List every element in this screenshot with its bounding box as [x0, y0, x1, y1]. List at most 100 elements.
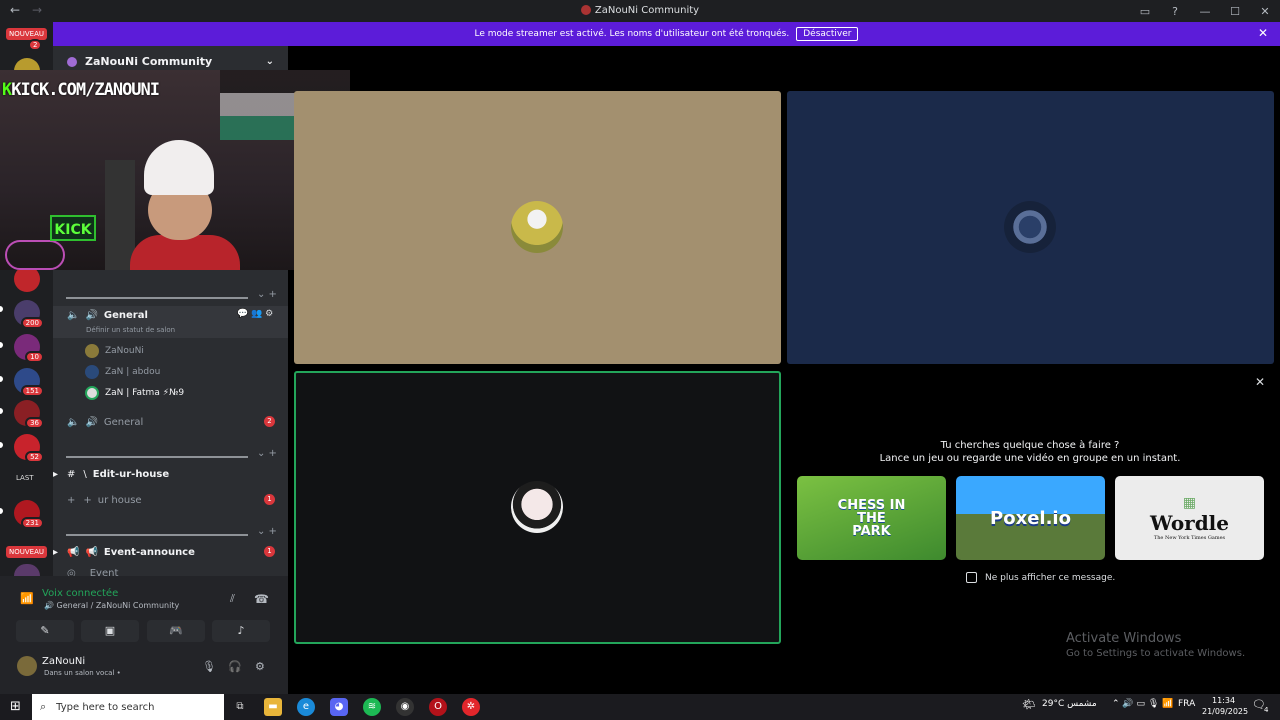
opera-icon[interactable]: O: [429, 698, 447, 716]
voice-user-speaking[interactable]: ZaN | Fatma ⚡№9: [85, 384, 184, 402]
server-icon[interactable]: 52: [14, 434, 44, 463]
disconnect-icon[interactable]: ☎: [254, 592, 269, 606]
add-channel-icon[interactable]: ⌄ +: [257, 526, 277, 537]
voice-tile-speaking[interactable]: [294, 371, 781, 644]
edge-icon[interactable]: e: [297, 698, 315, 716]
server-icon[interactable]: 200: [14, 300, 44, 329]
server-icon[interactable]: 151: [14, 368, 44, 397]
voice-status[interactable]: Voix connectée: [42, 588, 118, 599]
tray-icons[interactable]: ⌃ 🔊 ▭ 🎙 📶: [1112, 699, 1173, 709]
soundboard-button[interactable]: ♪: [212, 620, 270, 642]
unread-pill: [0, 306, 3, 312]
activity-button[interactable]: 🎮: [147, 620, 205, 642]
channel-actions-icons[interactable]: 💬 👥 ⚙: [237, 309, 273, 319]
voice-user[interactable]: ZaN | abdou: [85, 363, 160, 381]
maximize-button[interactable]: ☐: [1220, 5, 1250, 18]
close-window-button[interactable]: ✕: [1250, 5, 1280, 18]
server-icon[interactable]: 231: [14, 500, 44, 529]
chevron-down-icon[interactable]: ⌄: [266, 56, 274, 67]
new-servers-badge-bottom[interactable]: NOUVEAU: [6, 546, 47, 558]
kick-logo: K: [2, 80, 12, 100]
activate-windows-watermark: Activate Windows: [1066, 631, 1182, 646]
voice-location-text: General / ZaNouNi Community: [56, 601, 180, 610]
clock-date[interactable]: 21/09/2025: [1202, 707, 1248, 716]
add-channel-icon[interactable]: ⌄ +: [257, 289, 277, 300]
mention-badge: 231: [20, 517, 44, 529]
voice-location[interactable]: 🔊 General / ZaNouNi Community: [44, 601, 179, 610]
activate-windows-sub: Go to Settings to activate Windows.: [1066, 648, 1246, 659]
new-servers-badge[interactable]: NOUVEAU: [6, 28, 47, 40]
voice-icon: 🔊: [85, 310, 98, 321]
settings-gear-icon[interactable]: ⚙: [255, 660, 265, 673]
add-channel-icon[interactable]: ⌄ +: [257, 448, 277, 459]
weather-text[interactable]: 29°C مشمس: [1042, 699, 1097, 709]
server-icon[interactable]: [14, 564, 40, 576]
obs-icon[interactable]: ◉: [396, 698, 414, 716]
voice-user-name: ZaN | Fatma ⚡№9: [105, 388, 185, 398]
voice-channel-general[interactable]: 🔈 🔊 General 2: [53, 412, 288, 432]
server-icon[interactable]: 36: [14, 400, 44, 429]
hat: [144, 140, 214, 195]
spotify-icon[interactable]: ≋: [363, 698, 381, 716]
game-poxel-io[interactable]: Poxel.io: [956, 476, 1105, 560]
signal-icon[interactable]: 📶: [20, 592, 34, 605]
announcement-channel-event[interactable]: ▸ 📢 📢 Event-announce 1: [53, 542, 288, 562]
task-view-icon[interactable]: ⧉: [231, 698, 249, 716]
noise-suppression-icon[interactable]: ⫽: [230, 592, 235, 606]
forum-channel-ur-house[interactable]: + + ur house 1: [53, 490, 288, 510]
search-placeholder: Type here to search: [56, 701, 155, 713]
minimize-button[interactable]: —: [1190, 5, 1220, 18]
user-name[interactable]: ZaNouNi: [42, 656, 85, 667]
wordle-grid-icon: ▦: [1182, 495, 1197, 511]
avatar[interactable]: [17, 656, 37, 676]
mention-badge: 36: [25, 417, 44, 429]
avatar: [85, 365, 99, 379]
last-server-label[interactable]: LAST: [16, 474, 34, 482]
guild-icon: [67, 56, 77, 67]
disable-streamer-button[interactable]: Désactiver: [796, 27, 859, 41]
mention-badge: 151: [20, 385, 44, 397]
shirt: [130, 235, 240, 270]
screen-share-button[interactable]: ▣: [81, 620, 139, 642]
clock-time[interactable]: 11:34: [1212, 696, 1235, 705]
windows-start-icon[interactable]: ⊞: [10, 699, 21, 714]
camera-off-button[interactable]: ✎: [16, 620, 74, 642]
microphone-icon[interactable]: 🎙: [202, 660, 216, 673]
close-icon[interactable]: ✕: [1255, 375, 1265, 389]
voice-channel-general-active[interactable]: 🔈 🔊 General 💬 👥 ⚙ Définir un statut de s…: [53, 306, 288, 338]
server-icon[interactable]: 10: [14, 334, 44, 363]
game-wordle[interactable]: ▦ Wordle The New York Times Games: [1115, 476, 1264, 560]
discord-icon[interactable]: ◕: [330, 698, 348, 716]
plus-icon: +: [67, 494, 76, 506]
unread-pill: [0, 508, 3, 514]
voice-tile-user[interactable]: [294, 91, 781, 364]
unread-pill: [0, 342, 3, 348]
app-icon[interactable]: ✲: [462, 698, 480, 716]
notification-count: 4: [1264, 706, 1269, 714]
inbox-icon[interactable]: ▭: [1130, 5, 1160, 18]
channel-event-partial[interactable]: ◎ Event: [53, 568, 288, 576]
weather-icon[interactable]: 🌤: [1022, 698, 1036, 711]
mention-badge: 52: [25, 451, 44, 463]
banner-close-icon[interactable]: ✕: [1258, 26, 1268, 40]
voice-user-name: ZaN | abdou: [105, 367, 161, 377]
file-explorer-icon[interactable]: ▬: [264, 698, 282, 716]
user-status: Dans un salon vocal •: [44, 669, 121, 677]
language-indicator[interactable]: FRA: [1178, 699, 1195, 709]
dont-show-again[interactable]: Ne plus afficher ce message.: [966, 572, 1115, 583]
text-channel-edit-ur-house[interactable]: ▸ # \ Edit-ur-house: [53, 464, 288, 484]
unread-badge: 1: [264, 494, 275, 505]
kick-sign: KICK: [50, 215, 96, 241]
streamer-mode-banner: Le mode streamer est activé. Les noms d'…: [53, 22, 1280, 46]
plus-icon: +: [83, 494, 92, 506]
headphones-icon[interactable]: 🎧: [228, 660, 242, 673]
dont-show-checkbox[interactable]: [966, 572, 977, 583]
category-divider: [66, 456, 248, 458]
game-chess-in-the-park[interactable]: CHESS IN THE PARK: [797, 476, 946, 560]
voice-tile-user[interactable]: [787, 91, 1274, 364]
taskbar-search[interactable]: ⌕ Type here to search: [32, 694, 224, 720]
voice-status-hint[interactable]: Définir un statut de salon: [86, 326, 175, 334]
voice-user[interactable]: ZaNouNi: [85, 342, 144, 360]
help-icon[interactable]: ?: [1160, 5, 1190, 18]
avatar: [85, 386, 99, 400]
